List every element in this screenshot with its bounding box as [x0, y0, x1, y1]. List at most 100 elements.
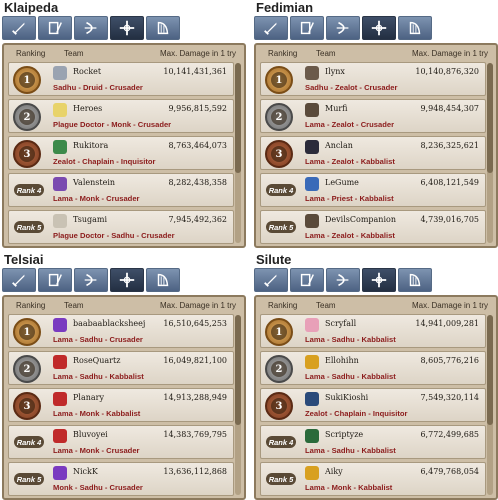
ranking-row[interactable]: 1 baabaablacksheej 16,510,645,253 Lama -…	[8, 314, 234, 348]
tab-sword[interactable]	[254, 268, 288, 292]
team-name: SukiKioshi	[325, 393, 369, 402]
rank-medal-1: 1	[265, 318, 293, 346]
ranking-row[interactable]: 1 Ilynx 10,140,876,320 Sadhu - Zealot - …	[260, 62, 486, 96]
team-name: Heroes	[73, 104, 103, 113]
team-name: baabaablacksheej	[73, 319, 146, 328]
tab-sword[interactable]	[2, 268, 36, 292]
team-avatar-icon	[53, 466, 67, 480]
sword-icon	[10, 19, 28, 37]
rank-medal-2: 2	[13, 355, 41, 383]
server-name: Silute	[256, 252, 292, 267]
tab-harp[interactable]	[146, 16, 180, 40]
ranking-row[interactable]: Rank 5 DevilsCompanion 4,739,016,705 Lam…	[260, 210, 486, 244]
ranking-header: Ranking Team Max. Damage in 1 try	[4, 45, 244, 61]
sword-icon	[10, 271, 28, 289]
team-name: Scriptyze	[325, 430, 364, 439]
rank-medal-1: 1	[13, 318, 41, 346]
class-composition: Lama - Monk - Kabbalist	[305, 483, 393, 492]
ranking-row[interactable]: Rank 4 Scriptyze 6,772,499,685 Lama - Sa…	[260, 425, 486, 459]
sword-icon	[262, 19, 280, 37]
team-name: LeGume	[325, 178, 359, 187]
max-damage: 14,383,769,795	[163, 430, 227, 439]
rank-number: 3	[271, 398, 287, 414]
ranking-row[interactable]: 2 RoseQuartz 16,049,821,100 Lama - Sadhu…	[8, 351, 234, 385]
ranking-row[interactable]: 1 Rocket 10,141,431,361 Sadhu - Druid - …	[8, 62, 234, 96]
tab-book-quill[interactable]	[290, 268, 324, 292]
class-composition: Lama - Zealot - Kabbalist	[305, 157, 395, 166]
server-panel: Silute Ranking Team Max. Damage in 1 try…	[254, 252, 498, 500]
scrollbar-thumb[interactable]	[235, 63, 241, 173]
tab-bow[interactable]	[326, 268, 360, 292]
tab-harp[interactable]	[146, 268, 180, 292]
ranking-row[interactable]: 3 SukiKioshi 7,549,320,114 Zealot - Chap…	[260, 388, 486, 422]
ranking-list: 1 Scryfall 14,941,009,281 Lama - Sadhu -…	[260, 314, 486, 499]
tab-sword[interactable]	[2, 16, 36, 40]
scrollbar-thumb[interactable]	[487, 63, 493, 173]
ranking-row[interactable]: 2 Murfi 9,948,454,307 Lama - Zealot - Cr…	[260, 99, 486, 133]
crosshair-icon	[370, 19, 388, 37]
team-avatar-icon	[53, 318, 67, 332]
server-panel: Fedimian Ranking Team Max. Damage in 1 t…	[254, 0, 498, 248]
header-ranking: Ranking	[268, 300, 298, 310]
ranking-row[interactable]: 3 Planary 14,913,288,949 Lama - Monk - K…	[8, 388, 234, 422]
server-panel: Telsiai Ranking Team Max. Damage in 1 tr…	[2, 252, 246, 500]
class-composition: Lama - Zealot - Crusader	[305, 120, 395, 129]
max-damage: 16,510,645,253	[163, 319, 227, 328]
rank-number: 1	[19, 324, 35, 340]
ranking-row[interactable]: 3 Rukitora 8,763,464,073 Zealot - Chapla…	[8, 136, 234, 170]
tab-bow[interactable]	[74, 268, 108, 292]
scrollbar-thumb[interactable]	[235, 315, 241, 425]
team-name: Bluvoyei	[73, 430, 108, 439]
ranking-row[interactable]: 3 Anclan 8,236,325,621 Lama - Zealot - K…	[260, 136, 486, 170]
rank-number: 1	[19, 72, 35, 88]
ranking-row[interactable]: Rank 4 LeGume 6,408,121,549 Lama - Pries…	[260, 173, 486, 207]
ranking-row[interactable]: 1 Scryfall 14,941,009,281 Lama - Sadhu -…	[260, 314, 486, 348]
tab-crosshair[interactable]	[110, 16, 144, 40]
tab-crosshair[interactable]	[362, 16, 396, 40]
team-avatar-icon	[305, 466, 319, 480]
rank-medal-3: 3	[13, 392, 41, 420]
tab-crosshair[interactable]	[110, 268, 144, 292]
scrollbar[interactable]	[487, 63, 493, 243]
ranking-board: Ranking Team Max. Damage in 1 try 1 Ilyn…	[254, 43, 498, 248]
ranking-board: Ranking Team Max. Damage in 1 try 1 Scry…	[254, 295, 498, 500]
book-quill-icon	[46, 271, 64, 289]
tab-book-quill[interactable]	[290, 16, 324, 40]
tab-bow[interactable]	[74, 16, 108, 40]
team-name: RoseQuartz	[73, 356, 121, 365]
tab-book-quill[interactable]	[38, 268, 72, 292]
max-damage: 8,605,776,216	[420, 356, 479, 365]
scrollbar[interactable]	[487, 315, 493, 495]
team-avatar-icon	[305, 140, 319, 154]
class-composition: Lama - Sadhu - Kabbalist	[305, 446, 396, 455]
tab-harp[interactable]	[398, 268, 432, 292]
header-max-damage: Max. Damage in 1 try	[159, 300, 236, 310]
ranking-row[interactable]: Rank 5 NickK 13,636,112,868 Monk - Sadhu…	[8, 462, 234, 496]
tab-sword[interactable]	[254, 16, 288, 40]
scrollbar[interactable]	[235, 315, 241, 495]
ranking-row[interactable]: Rank 4 Bluvoyei 14,383,769,795 Lama - Mo…	[8, 425, 234, 459]
team-name: Aiky	[325, 467, 343, 476]
scrollbar-thumb[interactable]	[487, 315, 493, 425]
header-team: Team	[64, 48, 84, 58]
rank-number: 2	[19, 109, 35, 125]
ranking-row[interactable]: 2 Heroes 9,956,815,592 Plague Doctor - M…	[8, 99, 234, 133]
ranking-row[interactable]: 2 Ellohihn 8,605,776,216 Lama - Sadhu - …	[260, 351, 486, 385]
tab-crosshair[interactable]	[362, 268, 396, 292]
scrollbar[interactable]	[235, 63, 241, 243]
ranking-row[interactable]: Rank 5 Tsugami 7,945,492,362 Plague Doct…	[8, 210, 234, 244]
tab-harp[interactable]	[398, 16, 432, 40]
job-tabs	[2, 16, 246, 40]
book-quill-icon	[298, 19, 316, 37]
tab-bow[interactable]	[326, 16, 360, 40]
tab-book-quill[interactable]	[38, 16, 72, 40]
team-avatar-icon	[53, 429, 67, 443]
rank-number: 1	[271, 324, 287, 340]
crosshair-icon	[118, 271, 136, 289]
ranking-row[interactable]: Rank 5 Aiky 6,479,768,054 Lama - Monk - …	[260, 462, 486, 496]
class-composition: Zealot - Chaplain - Inquisitor	[305, 409, 408, 418]
max-damage: 8,763,464,073	[168, 141, 227, 150]
ranking-row[interactable]: Rank 4 Valenstein 8,282,438,358 Lama - M…	[8, 173, 234, 207]
team-avatar-icon	[53, 103, 67, 117]
max-damage: 7,549,320,114	[420, 393, 479, 402]
